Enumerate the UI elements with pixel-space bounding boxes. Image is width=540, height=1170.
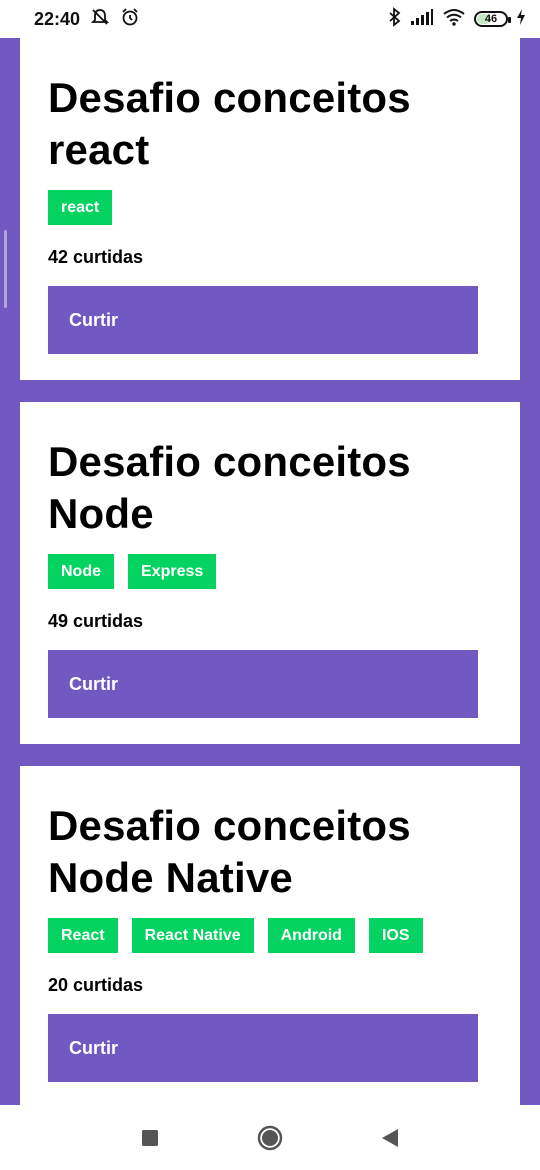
tech-list: React React Native Android IOS — [48, 918, 492, 953]
tech-list: react — [48, 190, 492, 225]
tech-badge: Express — [128, 554, 217, 589]
repository-title: Desafio conceitos Node — [48, 438, 411, 537]
repository-list: Desafio conceitos react react 42 curtida… — [20, 38, 520, 1108]
recents-button[interactable] — [130, 1118, 170, 1158]
status-time: 22:40 — [34, 8, 81, 29]
alarm-off-icon — [90, 7, 110, 32]
back-triangle-icon — [382, 1128, 398, 1147]
likes-count: 20 curtidas — [48, 975, 144, 995]
repository-card: Desafio conceitos Node Node Express 49 c… — [20, 402, 520, 744]
battery-icon: 46 — [474, 11, 511, 27]
charging-icon — [516, 8, 526, 31]
like-button[interactable]: Curtir — [48, 650, 478, 718]
alarm-icon — [120, 7, 140, 32]
battery-level: 46 — [484, 13, 498, 25]
tech-list: Node Express — [48, 554, 492, 589]
app-screen: 22:40 46 Desafio conceitos react react 4… — [0, 0, 540, 1170]
home-button[interactable] — [250, 1118, 290, 1158]
likes-count: 42 curtidas — [48, 247, 144, 267]
status-bar: 22:40 46 — [0, 0, 540, 38]
tech-badge: react — [48, 190, 113, 225]
repository-card: Desafio conceitos react react 42 curtida… — [20, 38, 520, 380]
like-button[interactable]: Curtir — [48, 1014, 478, 1082]
like-button[interactable]: Curtir — [48, 286, 478, 354]
back-button[interactable] — [370, 1118, 410, 1158]
wifi-icon — [442, 8, 466, 31]
repository-card: Desafio conceitos Node Native React Reac… — [20, 766, 520, 1108]
tech-badge: Node — [48, 554, 114, 589]
repository-title: Desafio conceitos Node Native — [48, 802, 411, 901]
repository-title: Desafio conceitos react — [48, 74, 411, 173]
signal-icon — [410, 8, 434, 31]
home-circle-icon — [257, 1125, 283, 1150]
tech-badge: Android — [267, 918, 355, 953]
tech-badge: React Native — [131, 918, 254, 953]
likes-count: 49 curtidas — [48, 611, 144, 631]
scroll-indicator[interactable] — [4, 230, 7, 308]
tech-badge: IOS — [368, 918, 423, 953]
navigation-bar — [0, 1105, 540, 1170]
bluetooth-icon — [388, 6, 402, 32]
recents-square-icon — [142, 1129, 158, 1146]
tech-badge: React — [48, 918, 118, 953]
